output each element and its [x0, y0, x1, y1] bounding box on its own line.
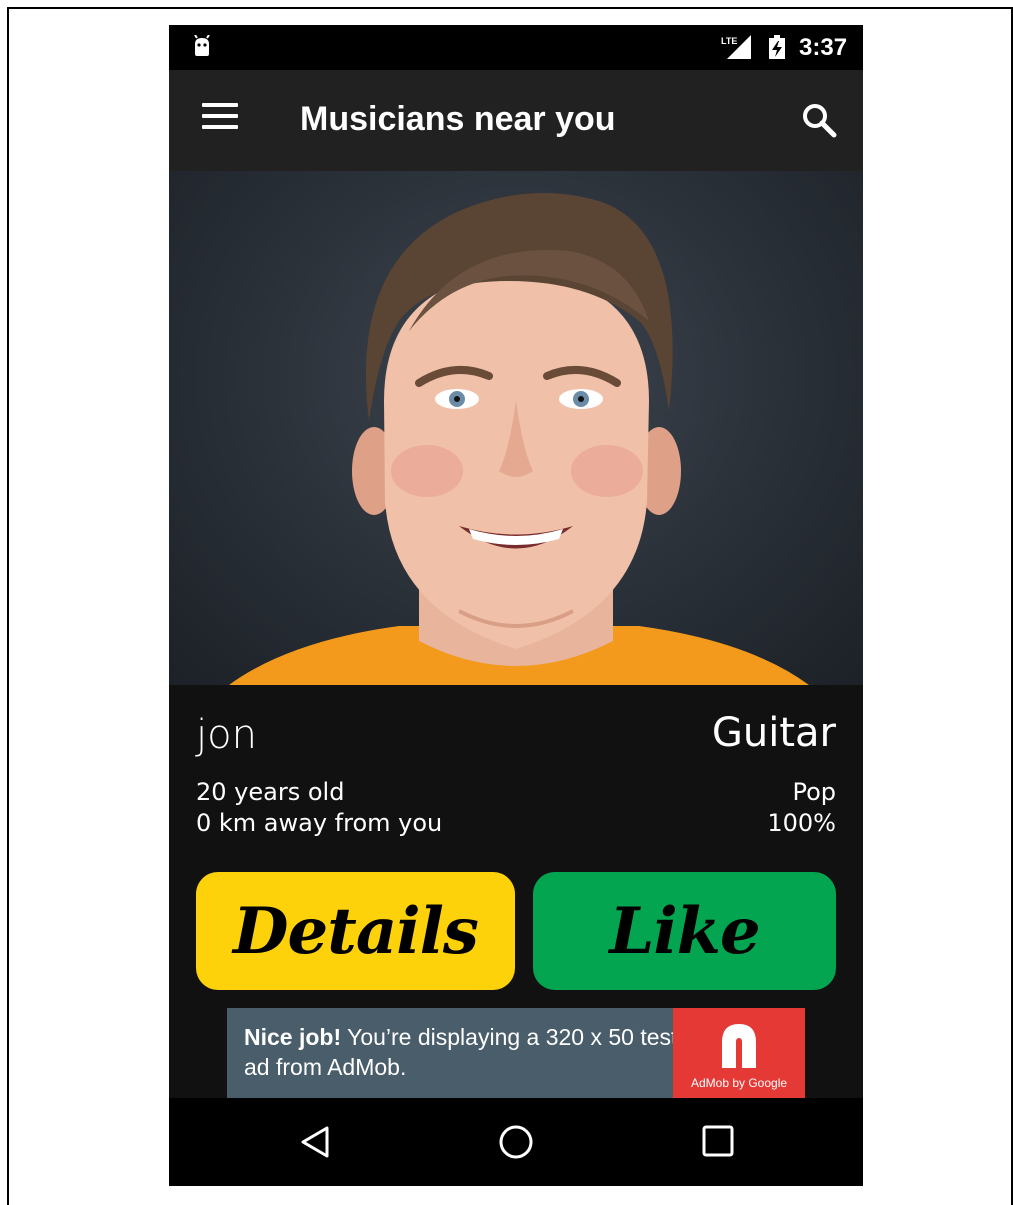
status-time: 3:37: [799, 34, 848, 61]
hamburger-menu-icon[interactable]: [202, 103, 238, 133]
details-button[interactable]: Details: [196, 872, 515, 990]
svg-text:LTE: LTE: [721, 36, 737, 46]
match-percentage: 100%: [767, 809, 836, 837]
home-circle-icon[interactable]: [498, 1124, 534, 1160]
phone-screen: LTE 3:37 Musicians near you jon Guitar 2…: [169, 25, 863, 1186]
system-nav-bar: [169, 1098, 863, 1186]
back-triangle-icon[interactable]: [297, 1124, 333, 1160]
android-notification-icon: [194, 35, 210, 56]
lte-signal-icon: LTE: [721, 35, 751, 59]
admob-logo: AdMob by Google: [673, 1008, 805, 1098]
battery-charging-icon: [769, 35, 785, 59]
admob-logo-icon: [722, 1024, 756, 1068]
ad-bold-text: Nice job!: [244, 1024, 342, 1050]
page-title: Musicians near you: [300, 100, 616, 138]
admob-banner-ad[interactable]: Nice job! You’re displaying a 320 x 50 t…: [227, 1008, 805, 1098]
status-bar: LTE 3:37: [169, 25, 863, 70]
ad-text: Nice job! You’re displaying a 320 x 50 t…: [244, 1022, 684, 1082]
portrait-illustration: [229, 193, 809, 685]
search-icon[interactable]: [801, 102, 837, 138]
musician-genre: Pop: [792, 778, 836, 806]
musician-instrument: Guitar: [711, 710, 836, 756]
musician-photo[interactable]: [169, 171, 863, 685]
admob-brand-label: AdMob by Google: [690, 1076, 788, 1090]
recents-square-icon[interactable]: [701, 1124, 735, 1158]
musician-distance: 0 km away from you: [196, 809, 443, 837]
app-toolbar: Musicians near you: [169, 70, 863, 171]
musician-name: jon: [196, 712, 257, 758]
musician-info: jon Guitar 20 years old 0 km away from y…: [169, 685, 863, 875]
musician-age: 20 years old: [196, 778, 345, 806]
like-button[interactable]: Like: [533, 872, 836, 990]
